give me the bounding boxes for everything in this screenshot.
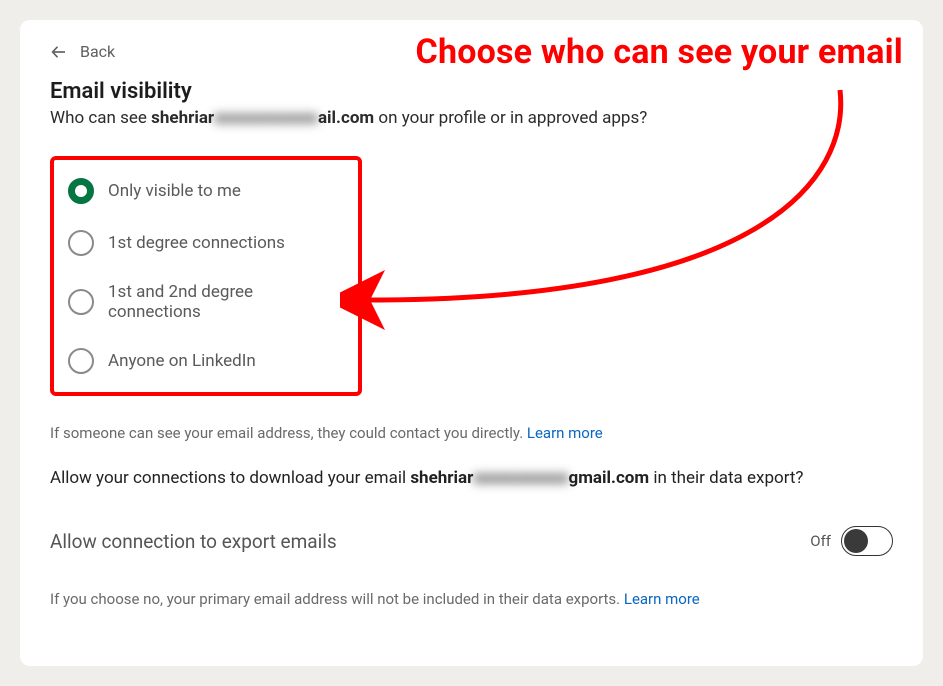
back-label: Back (80, 42, 115, 61)
subtitle-suffix: on your profile or in approved apps? (374, 108, 647, 128)
radio-icon (68, 289, 94, 315)
email-part1: shehriar (151, 108, 214, 128)
visibility-subtitle: Who can see shehriarxxxxxxxxxxxxail.com … (50, 108, 893, 128)
email-part2: ail.com (318, 108, 374, 128)
hint2-text: If you choose no, your primary email add… (50, 590, 624, 608)
option-label: Anyone on LinkedIn (108, 351, 256, 371)
export-toggle[interactable] (841, 526, 893, 556)
back-button[interactable]: Back (50, 42, 115, 61)
q2-email-part1: shehriar (410, 468, 473, 488)
toggle-state-text: Off (810, 532, 831, 550)
export-toggle-label: Allow connection to export emails (50, 530, 337, 553)
annotation-title: Choose who can see your email (416, 32, 903, 72)
page-title: Email visibility (50, 79, 893, 104)
email-blurred: xxxxxxxxxxxx (214, 108, 318, 128)
option-1st-2nd-degree[interactable]: 1st and 2nd degree connections (68, 282, 344, 322)
radio-icon (68, 230, 94, 256)
export-question: Allow your connections to download your … (50, 468, 893, 488)
radio-icon (68, 348, 94, 374)
option-1st-degree[interactable]: 1st degree connections (68, 230, 344, 256)
option-label: Only visible to me (108, 181, 241, 201)
learn-more-link[interactable]: Learn more (527, 424, 603, 442)
q2-suffix: in their data export? (649, 468, 803, 488)
toggle-wrap: Off (810, 526, 893, 556)
q2-email-blurred: xxxxxxxxxxx (473, 468, 568, 488)
visibility-hint: If someone can see your email address, t… (50, 424, 893, 442)
export-toggle-row: Allow connection to export emails Off (50, 526, 893, 556)
hint-text: If someone can see your email address, t… (50, 424, 527, 442)
option-anyone[interactable]: Anyone on LinkedIn (68, 348, 344, 374)
option-label: 1st degree connections (108, 233, 285, 253)
visibility-options-group: Only visible to me 1st degree connection… (50, 156, 362, 396)
radio-icon (68, 178, 94, 204)
toggle-knob-icon (844, 529, 868, 553)
settings-card: Choose who can see your email Back Email… (20, 20, 923, 666)
learn-more-link[interactable]: Learn more (624, 590, 700, 608)
q2-email-part2: gmail.com (568, 468, 649, 488)
q2-prefix: Allow your connections to download your … (50, 468, 410, 488)
arrow-left-icon (50, 43, 68, 61)
option-only-me[interactable]: Only visible to me (68, 178, 344, 204)
subtitle-prefix: Who can see (50, 108, 151, 128)
option-label: 1st and 2nd degree connections (108, 282, 344, 322)
export-hint: If you choose no, your primary email add… (50, 590, 893, 608)
